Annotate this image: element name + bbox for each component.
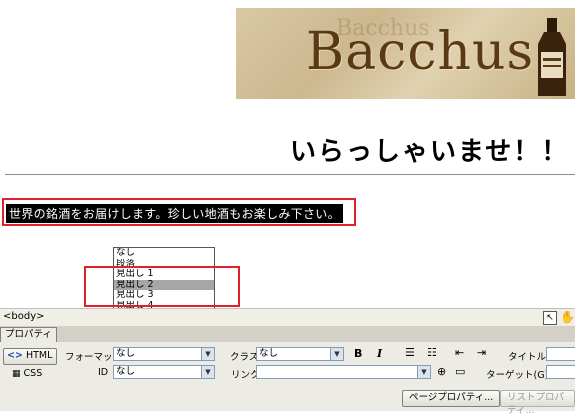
html-mode-button[interactable]: <> HTML	[3, 348, 57, 365]
class-label: クラス	[230, 352, 259, 363]
bold-button[interactable]: B	[354, 347, 362, 360]
ordered-list-icon[interactable]: ☷	[427, 346, 437, 359]
chevron-down-icon: ▼	[417, 366, 430, 378]
target-select[interactable]	[546, 365, 575, 379]
whiskey-bottle-icon	[538, 18, 566, 96]
chevron-down-icon: ▼	[201, 366, 214, 378]
class-select-value: なし	[259, 348, 279, 359]
class-select[interactable]: なし ▼	[256, 347, 344, 361]
tag-body[interactable]: <body>	[3, 311, 45, 322]
chevron-down-icon: ▼	[201, 348, 214, 360]
banner-logo-text: Bacchus	[306, 22, 535, 82]
indent-icon[interactable]: ⇥	[477, 346, 486, 359]
outdent-icon[interactable]: ⇤	[455, 346, 464, 359]
target-label: ターゲット(G)	[486, 370, 549, 381]
point-to-file-icon[interactable]: ⊕	[437, 365, 446, 378]
selected-paragraph-text[interactable]: 世界の銘酒をお届けします。珍しい地酒もお楽しみ下さい。	[6, 204, 343, 223]
id-label: ID	[98, 367, 109, 378]
code-icon: <>	[7, 350, 23, 361]
list-properties-button[interactable]: リストプロパティ...	[500, 390, 575, 416]
bacchus-banner-image: Bacchus Bacchus	[236, 8, 575, 99]
css-mode-button[interactable]: ▦ CSS	[12, 368, 42, 379]
title-input[interactable]	[546, 347, 575, 361]
pointer-tool-icon[interactable]: ↖	[543, 311, 557, 325]
format-option[interactable]: なし	[114, 248, 214, 259]
unordered-list-icon[interactable]: ☰	[405, 346, 415, 359]
tab-properties[interactable]: プロパティ	[0, 327, 57, 343]
horizontal-rule	[5, 174, 575, 175]
italic-button[interactable]: I	[377, 347, 382, 360]
html-button-label: HTML	[25, 350, 53, 361]
css-button-label: CSS	[23, 368, 43, 379]
properties-tab-strip: プロパティ	[0, 326, 575, 343]
properties-panel: <> HTML ▦ CSS フォーマット なし ▼ ID なし ▼ クラス なし…	[0, 342, 575, 416]
format-select-value: なし	[116, 348, 136, 359]
tag-selector-bar: <body> ↖ ✋	[0, 308, 575, 327]
page-properties-button[interactable]: ページプロパティ...	[402, 390, 501, 407]
highlight-box-headings	[84, 266, 240, 307]
format-select[interactable]: なし ▼	[113, 347, 215, 361]
title-label: タイトル	[508, 352, 547, 363]
folder-icon[interactable]: ▭	[455, 365, 465, 378]
id-select[interactable]: なし ▼	[113, 365, 215, 379]
hand-tool-icon[interactable]: ✋	[560, 310, 575, 324]
link-input[interactable]: ▼	[256, 365, 431, 379]
css-icon: ▦	[12, 369, 21, 379]
welcome-heading: いらっしゃいませ！！	[290, 137, 570, 167]
chevron-down-icon: ▼	[330, 348, 343, 360]
id-select-value: なし	[116, 366, 136, 377]
